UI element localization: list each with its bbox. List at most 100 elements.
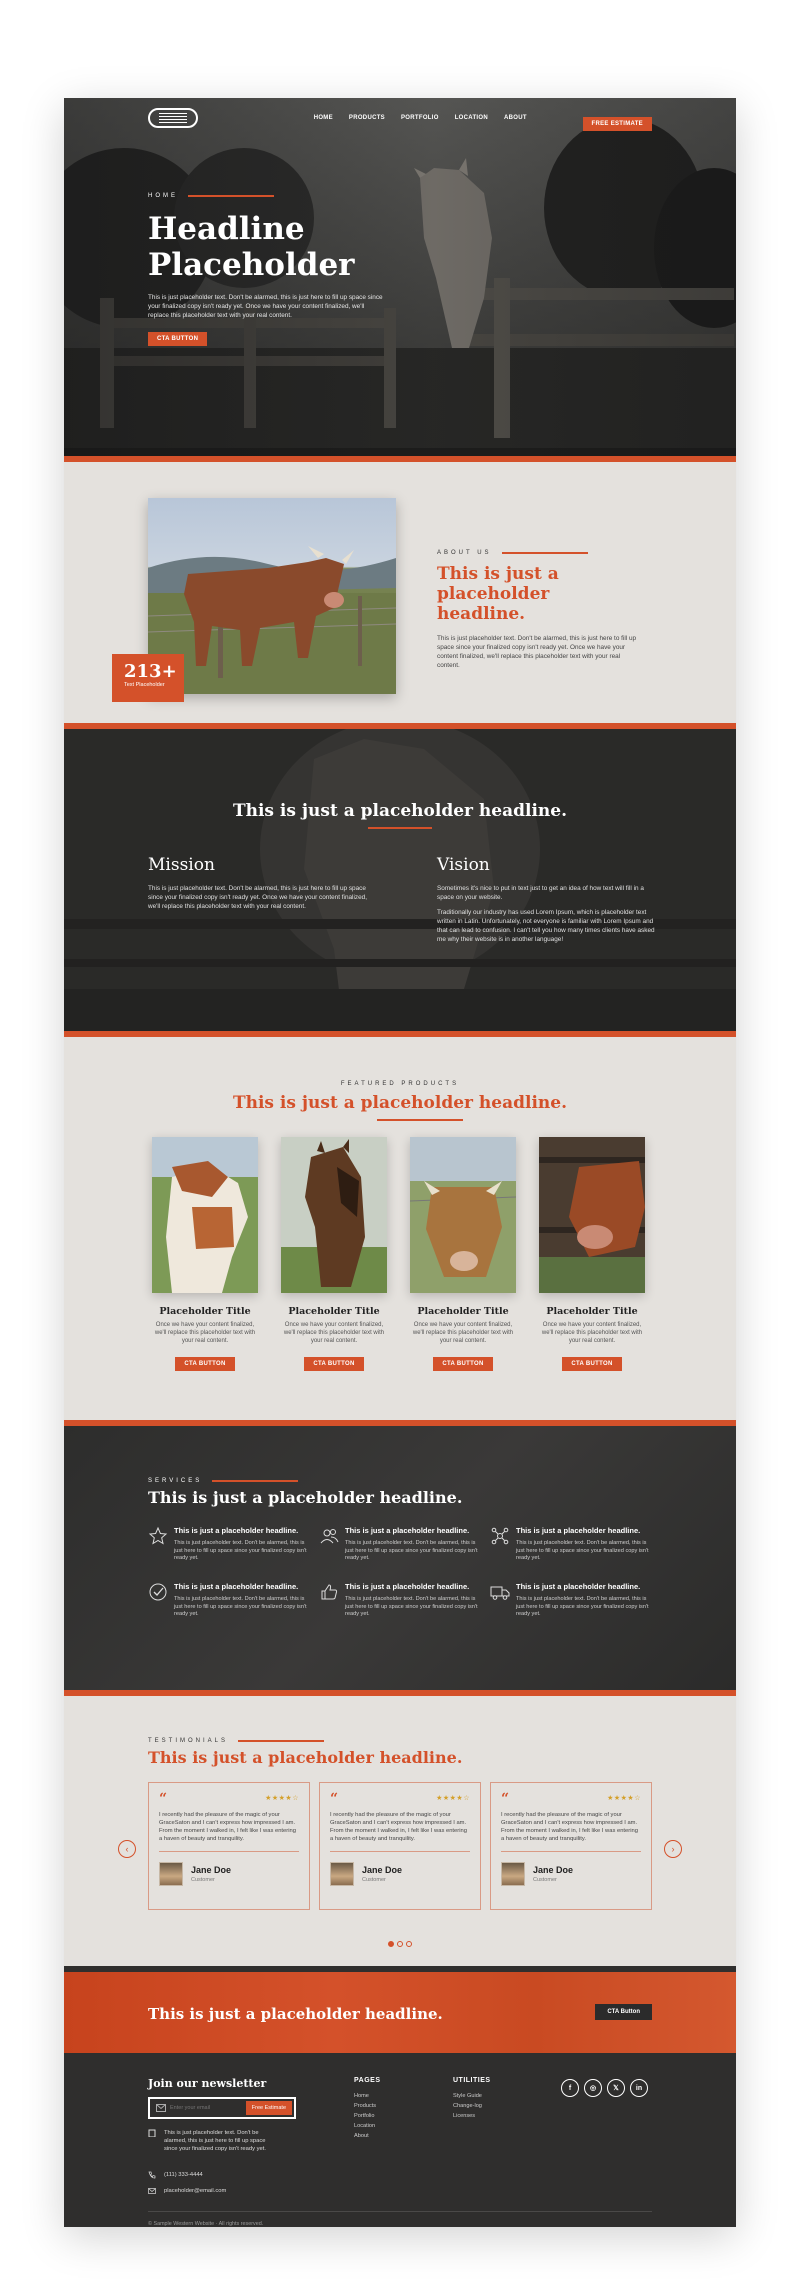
hero-section: HOME PRODUCTS PORTFOLIO LOCATION ABOUT F… <box>64 98 736 456</box>
footer-link-products[interactable]: Products <box>354 2103 381 2109</box>
cta-banner: This is just a placeholder headline. CTA… <box>64 1972 736 2053</box>
star-outline-icon <box>148 1526 168 1545</box>
cta-headline: This is just a placeholder headline. <box>148 2005 443 2023</box>
cattle-closeup-photo <box>539 1137 645 1293</box>
avatar <box>159 1862 183 1886</box>
cow-photo <box>409 1137 517 1293</box>
testimonials-headline: This is just a placeholder headline. <box>148 1748 463 1767</box>
hero-cta-button[interactable]: CTA BUTTON <box>148 332 208 346</box>
nav-link-products[interactable]: PRODUCTS <box>349 115 385 121</box>
x-twitter-icon[interactable]: 𝕏 <box>607 2079 625 2097</box>
site-footer: Join our newsletter Free Estimate This i… <box>64 2053 736 2227</box>
footer-link-changelog[interactable]: Change-log <box>453 2103 491 2109</box>
eyebrow-divider <box>212 1480 299 1482</box>
vision-block: Vision Sometimes it's nice to put in tex… <box>437 855 657 944</box>
service-item: This is just a placeholder headline. This… <box>490 1582 650 1619</box>
hero-headline: Headline Placeholder <box>148 211 355 283</box>
carousel-next-button[interactable]: › <box>664 1840 682 1858</box>
hero-eyebrow-label: HOME <box>148 193 178 199</box>
social-links: f ◎ 𝕏 in <box>561 2079 648 2097</box>
newsletter-email-input[interactable] <box>170 2105 246 2111</box>
footer-link-portfolio[interactable]: Portfolio <box>354 2113 381 2119</box>
footer-phone: (111) 333-4444 <box>148 2171 203 2179</box>
service-body: This is just placeholder text. Don't be … <box>174 1540 307 1561</box>
mv-underline <box>368 827 432 829</box>
cta-banner-button[interactable]: CTA Button <box>595 2004 652 2020</box>
about-section: 213+ Text Placeholder ABOUT US This is j… <box>64 462 736 723</box>
reviewer: Jane Doe Customer <box>330 1862 470 1886</box>
hero-body: This is just placeholder text. Don't be … <box>148 294 383 319</box>
service-item: This is just a placeholder headline. This… <box>319 1582 479 1619</box>
service-title: This is just a placeholder headline. <box>516 1582 641 1591</box>
star-rating: ★★★★☆ <box>436 1795 470 1802</box>
users-icon <box>320 1529 339 1544</box>
testimonial-card: “ ★★★★☆ I recently had the pleasure of t… <box>148 1782 310 1910</box>
carousel-prev-button[interactable]: ‹ <box>118 1840 136 1858</box>
bull-illustration <box>148 546 396 694</box>
footer-link-location[interactable]: Location <box>354 2123 381 2129</box>
service-item: This is just a placeholder headline. This… <box>148 1582 308 1619</box>
email-icon <box>148 2188 156 2194</box>
phone-text[interactable]: (111) 333-4444 <box>164 2171 203 2179</box>
vision-body-1: Sometimes it's nice to put in text just … <box>437 885 644 901</box>
about-eyebrow-label: ABOUT US <box>437 550 492 556</box>
free-estimate-button[interactable]: FREE ESTIMATE <box>582 117 652 131</box>
mission-title: Mission <box>148 855 215 875</box>
carousel-dot-active[interactable] <box>388 1941 394 1947</box>
stat-value: 213+ <box>124 661 177 682</box>
nav-link-about[interactable]: ABOUT <box>504 115 527 121</box>
avatar <box>330 1862 354 1886</box>
testimonials-eyebrow-label: TESTIMONIALS <box>148 1738 229 1744</box>
featured-products-section: FEATURED PRODUCTS This is just a placeho… <box>64 1037 736 1420</box>
footer-link-licenses[interactable]: Licenses <box>453 2113 491 2119</box>
reviewer-role: Customer <box>533 1877 557 1883</box>
brand-logo[interactable] <box>148 108 198 128</box>
hero-eyebrow: HOME <box>148 193 388 199</box>
bull-photo <box>148 498 396 694</box>
nav-link-portfolio[interactable]: PORTFOLIO <box>401 115 439 121</box>
eyebrow-divider <box>238 1740 325 1742</box>
linkedin-icon[interactable]: in <box>630 2079 648 2097</box>
copyright-text: © Sample Western Website · All rights re… <box>148 2221 264 2227</box>
avatar <box>501 1862 525 1886</box>
truck-icon <box>490 1586 510 1600</box>
footer-pages-column: PAGES Home Products Portfolio Location A… <box>354 2077 381 2139</box>
product-card: Placeholder Title Once we have your cont… <box>408 1137 518 1371</box>
eyebrow-divider <box>188 195 274 197</box>
about-eyebrow: ABOUT US <box>437 550 637 556</box>
product-cta-button[interactable]: CTA BUTTON <box>175 1357 235 1371</box>
email-text[interactable]: placeholder@email.com <box>164 2187 226 2195</box>
reviewer-name: Jane Doe <box>191 1865 232 1875</box>
nav-link-home[interactable]: HOME <box>314 115 333 121</box>
carousel-dot[interactable] <box>406 1941 412 1947</box>
reviewer-name: Jane Doe <box>362 1865 403 1875</box>
product-cta-button[interactable]: CTA BUTTON <box>562 1357 622 1371</box>
product-card: Placeholder Title Once we have your cont… <box>150 1137 260 1371</box>
footer-link-style-guide[interactable]: Style Guide <box>453 2093 491 2099</box>
instagram-icon[interactable]: ◎ <box>584 2079 602 2097</box>
carousel-dots <box>64 1941 736 1947</box>
newsletter-submit-button[interactable]: Free Estimate <box>245 2101 292 2115</box>
product-title: Placeholder Title <box>417 1306 509 1317</box>
carousel-dot[interactable] <box>397 1941 403 1947</box>
services-headline: This is just a placeholder headline. <box>148 1488 463 1507</box>
star-rating: ★★★★☆ <box>607 1795 641 1802</box>
services-section: SERVICES This is just a placeholder head… <box>64 1426 736 1690</box>
product-card: Placeholder Title Once we have your cont… <box>279 1137 389 1371</box>
footer-utilities-column: UTILITIES Style Guide Change-log License… <box>453 2077 491 2119</box>
service-body: This is just placeholder text. Don't be … <box>345 1540 478 1561</box>
check-circle-icon <box>149 1583 167 1601</box>
pages-heading: PAGES <box>354 2077 381 2084</box>
service-item: This is just a placeholder headline. This… <box>490 1526 650 1563</box>
service-title: This is just a placeholder headline. <box>345 1582 470 1591</box>
product-body: Once we have your content finalized, we'… <box>283 1322 385 1344</box>
mission-block: Mission This is just placeholder text. D… <box>148 855 368 911</box>
facebook-icon[interactable]: f <box>561 2079 579 2097</box>
nav-link-location[interactable]: LOCATION <box>455 115 488 121</box>
product-cta-button[interactable]: CTA BUTTON <box>433 1357 493 1371</box>
footer-link-home[interactable]: Home <box>354 2093 381 2099</box>
footer-link-about[interactable]: About <box>354 2133 381 2139</box>
about-body: This is just placeholder text. Don't be … <box>437 635 637 669</box>
product-cta-button[interactable]: CTA BUTTON <box>304 1357 364 1371</box>
address-text: This is just placeholder text. Don't be … <box>164 2130 266 2152</box>
